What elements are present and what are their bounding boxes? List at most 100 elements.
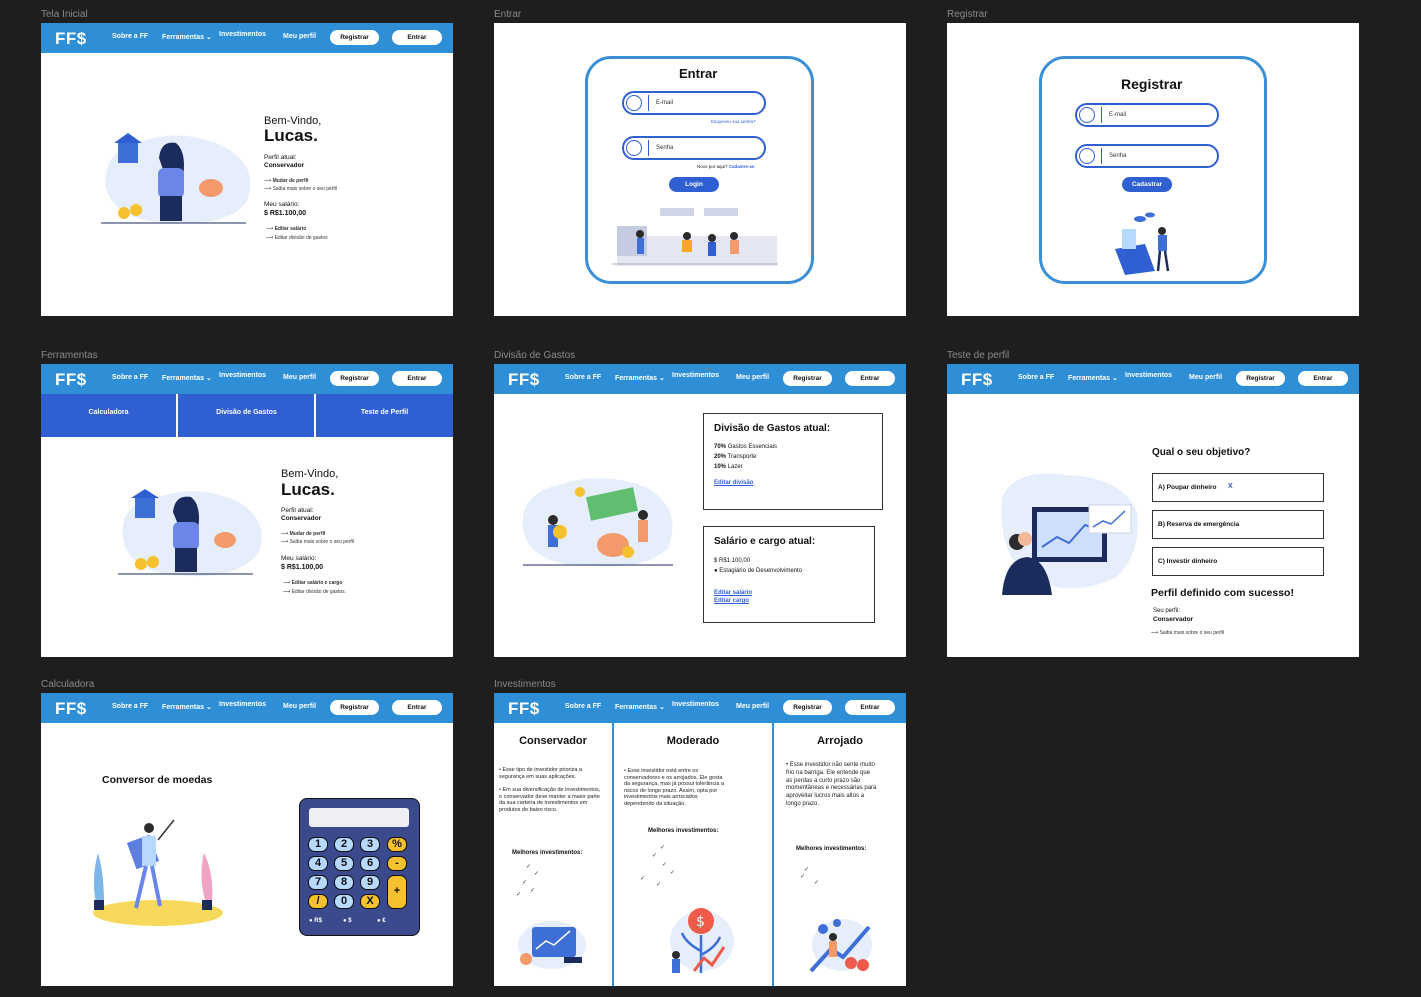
key-0[interactable]: 0 (334, 894, 354, 909)
entrar-button[interactable]: Entrar (392, 700, 442, 715)
editar-salario-cargo-link[interactable]: ⟶ Editar salário e cargo (283, 580, 342, 586)
nav-sobre[interactable]: Sobre a FF (565, 703, 601, 710)
key-5[interactable]: 5 (334, 856, 354, 871)
email-field[interactable]: E-mail (622, 91, 766, 115)
registrar-button[interactable]: Registrar (783, 371, 832, 386)
tab-divisao-gastos[interactable]: Divisão de Gastos (179, 394, 316, 437)
saiba-mais-link[interactable]: ⟶ Saiba mais sobre o seu perfil (281, 539, 354, 545)
nav-ferramentas[interactable]: Ferramentas ⌄ (615, 703, 665, 711)
register-email-field[interactable]: E-mail (1075, 103, 1219, 127)
saiba-mais-link[interactable]: ⟶ Saiba mais sobre o seu perfil (264, 186, 337, 192)
nav-perfil[interactable]: Meu perfil (1189, 374, 1222, 381)
key-divide[interactable]: / (308, 894, 328, 909)
registrar-button[interactable]: Registrar (330, 30, 379, 45)
nav-sobre[interactable]: Sobre a FF (565, 374, 601, 381)
key-3[interactable]: 3 (360, 837, 380, 852)
investment-chart-illustration (518, 921, 586, 969)
nav-ferramentas[interactable]: Ferramentas ⌄ (162, 703, 212, 711)
key-minus[interactable]: - (387, 856, 407, 871)
key-9[interactable]: 9 (360, 875, 380, 890)
register-title: Registrar (1121, 76, 1183, 92)
nav-perfil[interactable]: Meu perfil (283, 374, 316, 381)
division-card: Divisão de Gastos atual: 70% Gastos Esse… (703, 413, 883, 510)
nav-investimentos[interactable]: Investimentos (672, 372, 719, 379)
option-c[interactable]: C) Investir dinheiro (1152, 547, 1324, 576)
key-1[interactable]: 1 (308, 837, 328, 852)
logo[interactable]: FF$ (508, 370, 540, 390)
nav-sobre[interactable]: Sobre a FF (112, 33, 148, 40)
entrar-button[interactable]: Entrar (1298, 371, 1348, 386)
entrar-button[interactable]: Entrar (392, 30, 442, 45)
risk-growth-illustration (809, 919, 872, 973)
key-plus[interactable]: + (387, 875, 407, 909)
nav-ferramentas[interactable]: Ferramentas ⌄ (1068, 374, 1118, 382)
key-7[interactable]: 7 (308, 875, 328, 890)
mudar-perfil-link[interactable]: ⟶ Mudar de perfil (264, 178, 308, 184)
frame-divisao: FF$ Sobre a FF Ferramentas ⌄ Investiment… (494, 364, 906, 657)
editar-salario-link[interactable]: Editar salário (714, 590, 752, 596)
key-6[interactable]: 6 (360, 856, 380, 871)
saiba-mais-link[interactable]: ⟶ Saiba mais sobre o seu perfil (1151, 630, 1224, 636)
forgot-password-link[interactable]: Esqueceu sua senha? (711, 119, 756, 124)
logo[interactable]: FF$ (55, 370, 87, 390)
option-b[interactable]: B) Reserva de emergência (1152, 510, 1324, 539)
option-b-label: B) Reserva de emergência (1158, 521, 1240, 528)
nav-perfil[interactable]: Meu perfil (283, 33, 316, 40)
editar-divisao-link[interactable]: ⟶ Editar divisão de gastos. (283, 589, 346, 595)
arrow-right-icon: ⟶ (266, 235, 275, 241)
nav-sobre[interactable]: Sobre a FF (1018, 374, 1054, 381)
currency-option-real[interactable]: ● R$ (309, 918, 322, 924)
logo[interactable]: FF$ (508, 699, 540, 719)
nav-investimentos[interactable]: Investimentos (672, 701, 719, 708)
logo[interactable]: FF$ (55, 699, 87, 719)
register-password-field[interactable]: Senha (1075, 144, 1219, 168)
calculator-title: Conversor de moedas (102, 774, 213, 786)
tab-teste-perfil[interactable]: Teste de Perfil (316, 394, 453, 437)
logo[interactable]: FF$ (961, 370, 993, 390)
registrar-button[interactable]: Registrar (1236, 371, 1285, 386)
editar-divisao-link[interactable]: ⟶ Editar divisão de gastos (266, 235, 328, 241)
nav-ferramentas[interactable]: Ferramentas ⌄ (162, 33, 212, 41)
key-2[interactable]: 2 (334, 837, 354, 852)
nav-investimentos[interactable]: Investimentos (1125, 372, 1172, 379)
best-investments-label: Melhores investimentos: (512, 850, 583, 856)
key-multiply[interactable]: X (360, 894, 380, 909)
login-button[interactable]: Login (669, 177, 719, 192)
nav-investimentos[interactable]: Investimentos (219, 372, 266, 379)
nav-investimentos[interactable]: Investimentos (219, 701, 266, 708)
editar-cargo-link[interactable]: Editar cargo (714, 598, 749, 604)
mudar-perfil-link[interactable]: ⟶ Mudar de perfil (281, 531, 325, 537)
nav-ferramentas[interactable]: Ferramentas ⌄ (162, 374, 212, 382)
signup-link[interactable]: Cadastre-se (729, 164, 755, 169)
key-8[interactable]: 8 (334, 875, 354, 890)
nav-perfil[interactable]: Meu perfil (736, 374, 769, 381)
currency-option-euro[interactable]: ● € (377, 918, 386, 924)
editar-divisao-link[interactable]: Editar divisão (714, 480, 753, 486)
nav-perfil[interactable]: Meu perfil (736, 703, 769, 710)
nav-sobre[interactable]: Sobre a FF (112, 374, 148, 381)
key-4[interactable]: 4 (308, 856, 328, 871)
nav-ferramentas[interactable]: Ferramentas ⌄ (615, 374, 665, 382)
entrar-button[interactable]: Entrar (845, 700, 895, 715)
nav-perfil[interactable]: Meu perfil (283, 703, 316, 710)
nav-investimentos[interactable]: Investimentos (219, 31, 266, 38)
cadastrar-button[interactable]: Cadastrar (1122, 177, 1172, 192)
bullet-text: • Esse investidor não sente muito frio n… (786, 762, 877, 807)
logo[interactable]: FF$ (55, 29, 87, 49)
registrar-button[interactable]: Registrar (330, 371, 379, 386)
entrar-button[interactable]: Entrar (845, 371, 895, 386)
navbar: FF$ Sobre a FF Ferramentas ⌄ Investiment… (494, 693, 906, 723)
registrar-button[interactable]: Registrar (783, 700, 832, 715)
entrar-button[interactable]: Entrar (392, 371, 442, 386)
registrar-button[interactable]: Registrar (330, 700, 379, 715)
frame-tela-inicial: FF$ Sobre a FF Ferramentas ⌄ Investiment… (41, 23, 453, 316)
currency-option-dollar[interactable]: ● $ (343, 918, 352, 924)
arrow-right-icon: ⟶ (281, 531, 290, 537)
key-percent[interactable]: % (387, 837, 407, 852)
nav-sobre[interactable]: Sobre a FF (112, 703, 148, 710)
editar-salario-link[interactable]: ⟶ Editar salário (266, 226, 306, 232)
password-field[interactable]: Senha (622, 136, 766, 160)
check-icon: ✓ (814, 880, 820, 886)
option-a[interactable]: A) Poupar dinheiro X (1152, 473, 1324, 502)
tab-calculadora[interactable]: Calculadora (41, 394, 178, 437)
